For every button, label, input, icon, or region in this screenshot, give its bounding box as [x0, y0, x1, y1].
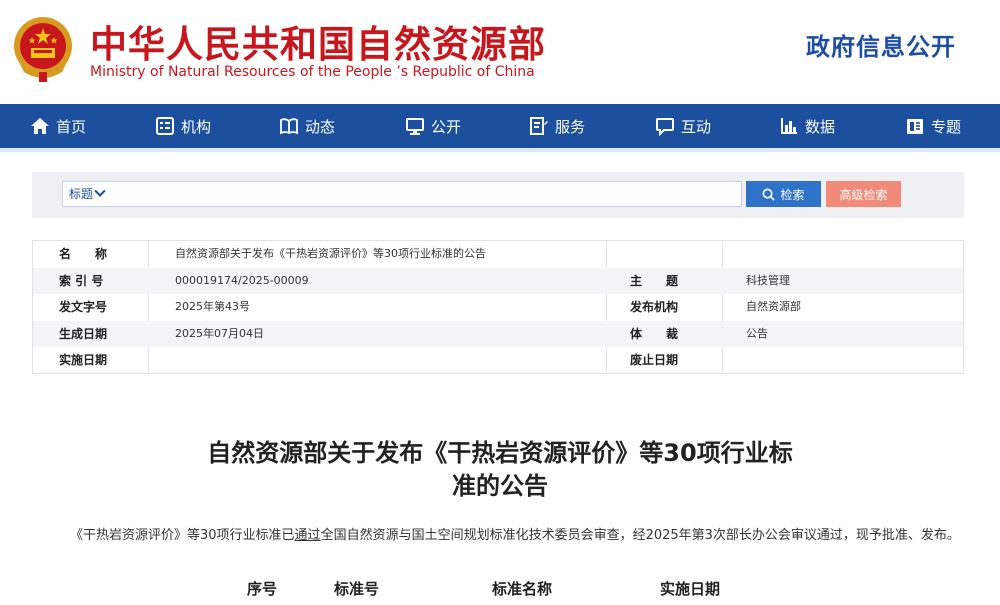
- nav-label: 数据: [805, 117, 836, 136]
- doc-no-value: 2025年第43号: [175, 300, 250, 314]
- search-button[interactable]: 检索: [746, 181, 821, 207]
- site-header: 中华人民共和国自然资源部 Ministry of Natural Resourc…: [0, 0, 1000, 104]
- nav-item-service[interactable]: 服务: [529, 104, 585, 148]
- home-icon: [30, 116, 50, 136]
- organization-icon: [155, 116, 175, 136]
- search-field-select[interactable]: 标题: [69, 182, 106, 206]
- ministry-title-en: Ministry of Natural Resources of the Peo…: [90, 64, 535, 80]
- search-field-select-label: 标题: [69, 187, 94, 201]
- table-header-standard-name: 标准名称: [492, 580, 553, 598]
- nav-label: 专题: [931, 117, 962, 136]
- book-icon: [279, 116, 299, 136]
- article-title-line-2: 准的公告: [452, 472, 548, 500]
- nav-label: 首页: [56, 117, 87, 136]
- table-header-effective-date: 实施日期: [660, 580, 721, 598]
- effective-date-label: 实施日期: [59, 353, 108, 368]
- info-row-effective: 实施日期 废止日期: [33, 347, 963, 374]
- nav-item-topics[interactable]: 专题: [905, 104, 961, 148]
- article-title-line-1: 自然资源部关于发布《干热岩资源评价》等30项行业标: [207, 439, 793, 467]
- topic-label: 主 题: [630, 273, 679, 288]
- nav-item-public[interactable]: 公开: [405, 104, 461, 148]
- name-value: 自然资源部关于发布《干热岩资源评价》等30项行业标准的公告: [175, 247, 486, 260]
- article-body: 《干热岩资源评价》等30项行业标准已通过全国自然资源与国土空间规划标准化技术委员…: [44, 522, 960, 549]
- date-value: 2025年07月04日: [175, 326, 264, 340]
- name-label: 名 称: [59, 247, 108, 261]
- monitor-icon: [405, 116, 425, 136]
- info-row-name: 名 称 自然资源部关于发布《干热岩资源评价》等30项行业标准的公告: [33, 241, 963, 268]
- search-button-label: 检索: [780, 187, 805, 202]
- nav-label: 互动: [681, 117, 712, 136]
- issuer-label: 发布机构: [630, 300, 679, 315]
- index-label: 索 引 号: [59, 273, 104, 288]
- advanced-search-label: 高级检索: [839, 187, 888, 202]
- ministry-title-cn: 中华人民共和国自然资源部: [90, 23, 546, 66]
- bar-chart-icon: [779, 116, 799, 136]
- topic-value: 科技管理: [746, 273, 790, 287]
- search-input[interactable]: [113, 183, 733, 205]
- nav-item-data[interactable]: 数据: [779, 104, 835, 148]
- info-row-doc-no: 发文字号 2025年第43号 发布机构 自然资源部: [33, 294, 963, 321]
- date-label: 生成日期: [59, 326, 108, 341]
- repeal-date-label: 废止日期: [630, 353, 679, 368]
- advanced-search-button[interactable]: 高级检索: [826, 181, 901, 207]
- nav-item-interaction[interactable]: 互动: [655, 104, 711, 148]
- nav-divider: [0, 148, 1000, 152]
- body-text: 《干热岩资源评价》等30项行业标准已: [70, 528, 295, 543]
- chevron-down-icon: [94, 185, 106, 197]
- search-icon: [763, 188, 776, 201]
- nav-label: 服务: [555, 117, 586, 136]
- doc-no-label: 发文字号: [59, 300, 108, 315]
- body-text-underlined: 通过: [294, 528, 321, 543]
- article-title: 自然资源部关于发布《干热岩资源评价》等30项行业标 准的公告: [150, 437, 850, 503]
- nav-label: 动态: [305, 117, 336, 136]
- genre-label: 体 裁: [630, 326, 679, 341]
- national-emblem-icon: [12, 14, 74, 84]
- nav-item-news[interactable]: 动态: [279, 104, 335, 148]
- index-value: 000019174/2025-00009: [175, 273, 309, 287]
- main-nav: 首页 机构 动态 公开 服务 互动 数据 专题: [0, 104, 1000, 148]
- info-row-index: 索 引 号 000019174/2025-00009 主 题 科技管理: [33, 267, 963, 295]
- table-header-index: 序号: [247, 580, 278, 598]
- genre-value: 公告: [746, 326, 768, 340]
- table-header-standard-no: 标准号: [334, 580, 380, 598]
- folder-icon: [905, 116, 925, 136]
- document-info-table: 名 称 自然资源部关于发布《干热岩资源评价》等30项行业标准的公告 索 引 号 …: [32, 240, 964, 374]
- issuer-value: 自然资源部: [746, 300, 801, 314]
- nav-label: 公开: [431, 117, 462, 136]
- chat-icon: [655, 116, 675, 136]
- nav-label: 机构: [181, 117, 212, 136]
- info-row-date: 生成日期 2025年07月04日 体 裁 公告: [33, 320, 963, 348]
- nav-item-organization[interactable]: 机构: [155, 104, 211, 148]
- edit-document-icon: [529, 116, 549, 136]
- body-text: 全国自然资源与国土空间规划标准化技术委员会审查，经2025年第3次部长办公会审议…: [320, 528, 960, 543]
- search-box: 标题: [62, 181, 742, 207]
- gov-info-disclosure-title[interactable]: 政府信息公开: [806, 27, 956, 62]
- nav-item-home[interactable]: 首页: [30, 104, 86, 148]
